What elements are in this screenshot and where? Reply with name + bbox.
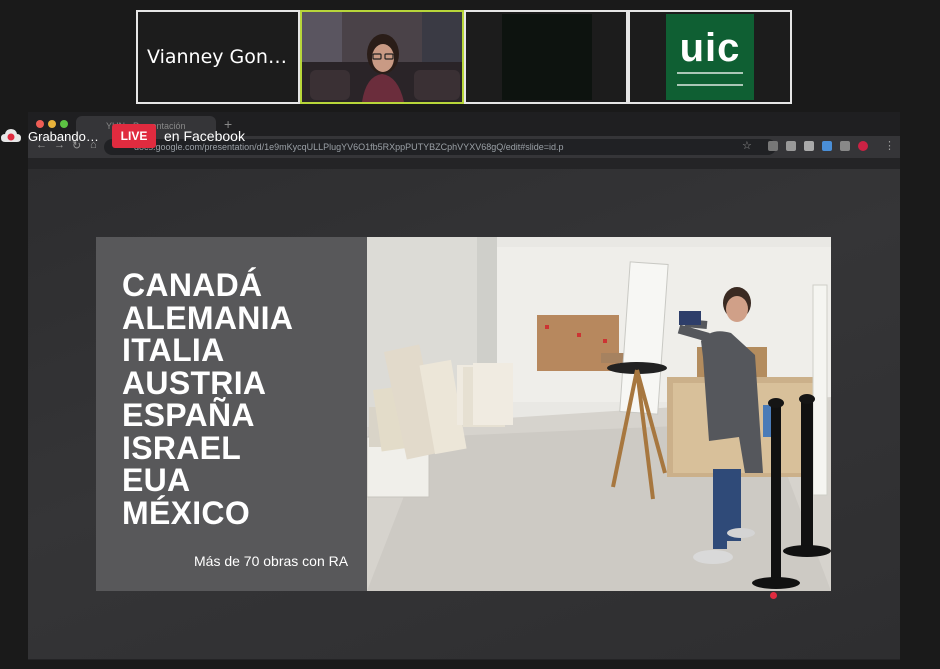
extension-icon[interactable] <box>822 141 832 151</box>
cloud-record-icon <box>1 129 21 142</box>
participant-tile-video[interactable] <box>300 10 464 104</box>
country-item: ITALIA <box>122 332 225 368</box>
bottom-bar <box>28 660 900 669</box>
live-badge[interactable]: LIVE <box>112 124 156 148</box>
country-item: ISRAEL <box>122 429 242 466</box>
recording-indicator[interactable]: Grabando… <box>0 124 99 148</box>
extension-icon[interactable] <box>840 141 850 151</box>
participant-tile-camera-off[interactable] <box>464 10 628 104</box>
slide-caption: Más de 70 obras con RA <box>194 553 349 569</box>
address-bar-row: ← → ↻ ⌂ docs.google.com/presentation/d/1… <box>28 136 900 158</box>
country-item: AUSTRIA <box>122 364 267 401</box>
pointer-dot <box>770 592 777 599</box>
participant-video <box>302 12 462 102</box>
participant-tile-vianney[interactable]: Vianney Gon… <box>136 10 300 104</box>
participant-tile-uic[interactable]: uic <box>628 10 792 104</box>
country-list: CANADÁ ALEMANIA ITALIA AUSTRIA ESPAÑA IS… <box>122 269 293 529</box>
extension-icon[interactable] <box>786 141 796 151</box>
country-item: EUA <box>122 462 191 498</box>
country-item: ALEMANIA <box>122 299 294 336</box>
uic-logo-text: uic <box>679 26 741 70</box>
country-item: ESPAÑA <box>122 397 255 433</box>
country-item: MÉXICO <box>122 494 251 531</box>
browser-menu-icon[interactable]: ⋮ <box>884 139 895 152</box>
country-item: CANADÁ <box>122 267 263 303</box>
presentation-area: CANADÁ ALEMANIA ITALIA AUSTRIA ESPAÑA IS… <box>28 169 900 659</box>
recording-label: Grabando… <box>28 128 99 144</box>
participant-name: Vianney Gon… <box>147 46 287 68</box>
live-platform-label: en Facebook <box>164 128 245 144</box>
uic-logo: uic <box>666 14 754 100</box>
gallery-photo-illustration <box>367 237 831 591</box>
participant-video-dark <box>502 14 592 100</box>
extension-icon[interactable] <box>768 141 778 151</box>
browser-tab-bar: YUN - Presentación + <box>28 112 900 136</box>
bookmark-star-icon[interactable]: ☆ <box>742 139 752 152</box>
slide-text-panel: CANADÁ ALEMANIA ITALIA AUSTRIA ESPAÑA IS… <box>96 237 367 591</box>
shared-screen: YUN - Presentación + ← → ↻ ⌂ docs.google… <box>28 112 900 669</box>
gallery-photo <box>367 237 831 591</box>
extension-icon[interactable] <box>804 141 814 151</box>
profile-avatar-icon[interactable] <box>858 141 868 151</box>
uic-logo-subtitle <box>677 72 743 86</box>
